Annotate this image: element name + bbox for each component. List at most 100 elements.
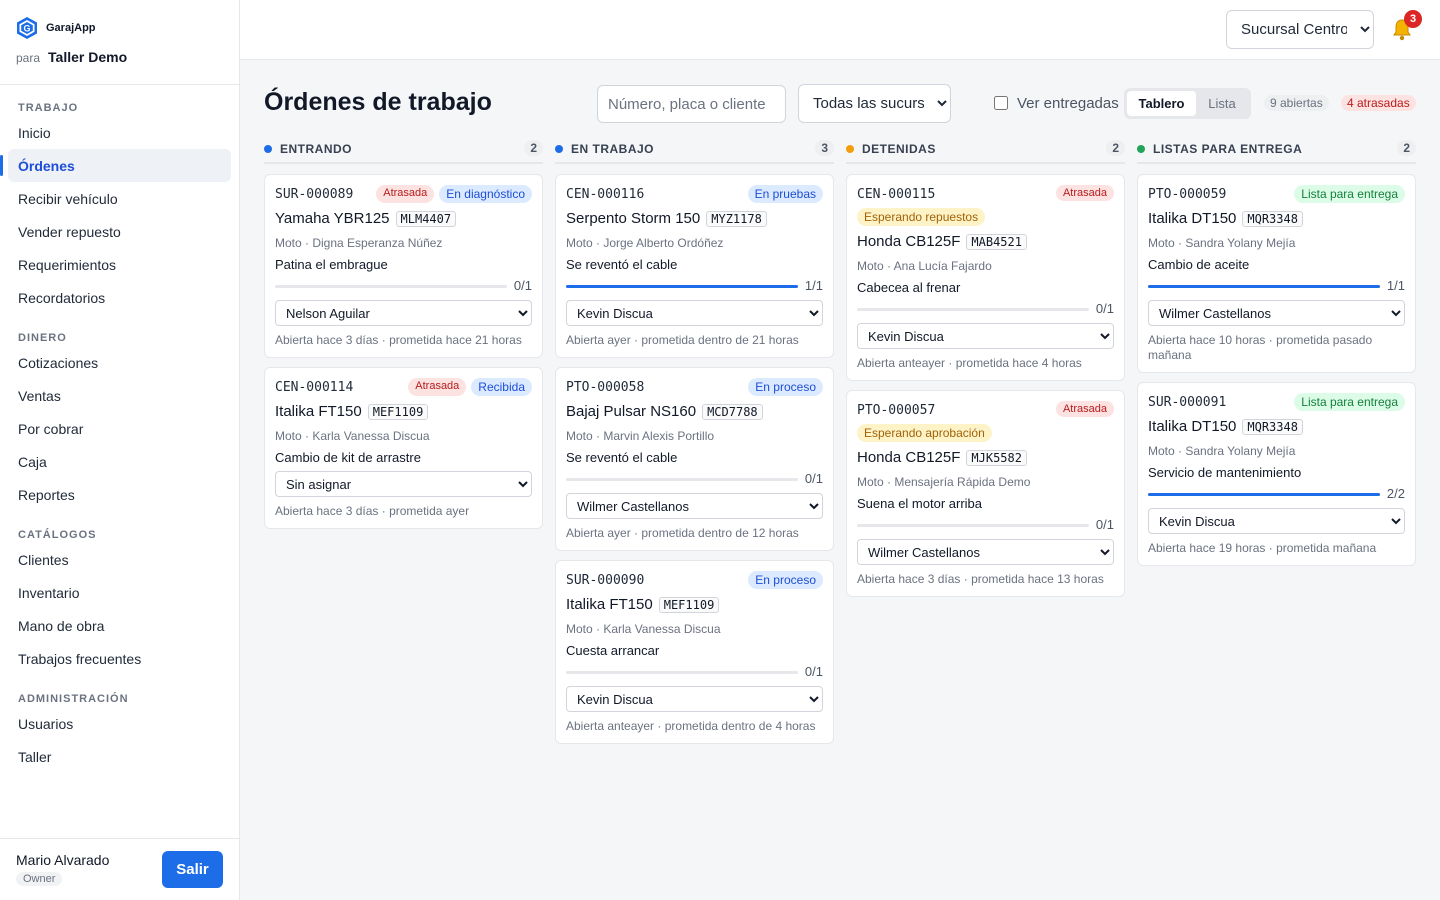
reported-problem: Cambio de kit de arrastre (275, 450, 421, 465)
sidebar-bottom-divider (0, 838, 239, 839)
status-badge: En diagnóstico (439, 185, 532, 203)
order-number[interactable]: PTO-000057 (857, 403, 935, 418)
sidebar-item[interactable]: Por cobrar (8, 412, 231, 445)
order-dates: Abierta anteayer · prometida dentro de 4… (566, 719, 816, 733)
shop-name: Taller Demo (48, 49, 128, 65)
order-number[interactable]: CEN-000114 (275, 380, 353, 395)
plate-number: MQR3348 (1242, 418, 1303, 435)
order-card[interactable]: SUR-000089 Atrasada En diagnóstico Yamaha Y… (264, 174, 543, 358)
order-badges: Atrasada (1055, 401, 1114, 417)
sidebar-item[interactable]: Recordatorios (8, 281, 231, 314)
column-count-badge: 3 (815, 140, 834, 156)
nav-section-title: TRABAJO (18, 102, 79, 114)
sidebar-item[interactable]: Requerimientos (8, 248, 231, 281)
progress-count: 0/1 (1095, 301, 1114, 316)
vehicle-name: Italika DT150 (1148, 210, 1237, 227)
order-card[interactable]: CEN-000115 Atrasada Esperando repuestos Hon… (846, 174, 1125, 381)
vehicle-name: Honda CB125F (857, 449, 961, 466)
garajapp-logo-icon: G (16, 16, 38, 40)
mechanic-select[interactable]: Sin asignar (275, 471, 532, 497)
list-view-button[interactable]: Lista (1196, 91, 1248, 116)
progress-bar (857, 524, 1089, 527)
late-badge: Atrasada (408, 378, 467, 396)
board-view-button[interactable]: Tablero (1127, 91, 1196, 116)
sidebar-item[interactable]: Recibir vehículo (8, 182, 231, 215)
sidebar-item[interactable]: Cotizaciones (8, 346, 231, 379)
order-card[interactable]: PTO-000058 En proceso Bajaj Pulsar NS160 MC… (555, 367, 834, 551)
vehicle-owner: Moto · Karla Vanessa Discua (275, 429, 430, 443)
order-number[interactable]: PTO-000059 (1148, 187, 1226, 202)
order-card[interactable]: SUR-000091 Lista para entrega Italika DT15… (1137, 382, 1416, 566)
sidebar: G GarajApp para Taller Demo TRABAJO Inici… (0, 0, 240, 900)
mechanic-select[interactable]: Nelson Aguilar (275, 300, 532, 326)
vehicle-name: Yamaha YBR125 (275, 210, 390, 227)
order-number[interactable]: CEN-000115 (857, 187, 935, 202)
show-delivered-checkbox[interactable] (994, 96, 1008, 110)
progress-count: 2/2 (1386, 486, 1405, 501)
order-card[interactable]: SUR-000090 En proceso Italika FT150 MEF1109… (555, 560, 834, 744)
brand[interactable]: G GarajApp (16, 14, 96, 42)
column-count-badge: 2 (1397, 140, 1416, 156)
column-title: ENTRANDO (280, 142, 352, 156)
board-column: ENTRANDO 2 SUR-000089 Atrasada En diagnóstic… (264, 136, 543, 529)
board-column: LISTAS PARA ENTREGA 2 PTO-000059 Lista para… (1137, 136, 1416, 566)
sidebar-item[interactable]: Caja (8, 445, 231, 478)
order-number[interactable]: PTO-000058 (566, 380, 644, 395)
sidebar-item[interactable]: Reportes (8, 478, 231, 511)
sidebar-item[interactable]: Trabajos frecuentes (8, 642, 231, 675)
progress-bar (275, 285, 507, 288)
search-input[interactable] (597, 85, 786, 123)
sidebar-item[interactable]: Clientes (8, 543, 231, 576)
order-card[interactable]: PTO-000059 Lista para entrega Italika DT15… (1137, 174, 1416, 373)
order-number[interactable]: SUR-000090 (566, 573, 644, 588)
column-header: DETENIDAS 2 (846, 136, 1125, 164)
vehicle-name: Italika DT150 (1148, 418, 1237, 435)
order-badges: Lista para entrega (1294, 185, 1405, 203)
sidebar-item[interactable]: Vender repuesto (8, 215, 231, 248)
mechanic-select[interactable]: Kevin Discua (1148, 508, 1405, 534)
mechanic-select[interactable]: Wilmer Castellanos (1148, 300, 1405, 326)
vehicle-owner: Moto · Karla Vanessa Discua (566, 622, 721, 636)
sidebar-item[interactable]: Inventario (8, 576, 231, 609)
mechanic-select[interactable]: Kevin Discua (857, 323, 1114, 349)
logout-button[interactable]: Salir (162, 851, 223, 888)
order-card[interactable]: PTO-000057 Atrasada Esperando aprobación Ho… (846, 390, 1125, 597)
progress-count: 1/1 (1386, 278, 1405, 293)
late-badge: Atrasada (376, 185, 435, 203)
vehicle-line: Italika FT150 MEF1109 (566, 596, 720, 613)
branch-filter-select[interactable]: Todas las sucursales (798, 84, 951, 123)
order-number[interactable]: SUR-000091 (1148, 395, 1226, 410)
column-title: LISTAS PARA ENTREGA (1153, 142, 1303, 156)
order-number[interactable]: SUR-000089 (275, 187, 353, 202)
branch-select[interactable]: Sucursal Centro (1226, 10, 1374, 49)
status-badge: Recibida (471, 378, 532, 396)
order-number[interactable]: CEN-000116 (566, 187, 644, 202)
status-badge: En proceso (748, 378, 823, 396)
sidebar-item[interactable]: Usuarios (8, 707, 231, 740)
nav-section-title: DINERO (18, 332, 67, 344)
open-count-badge: 9 abiertas (1264, 95, 1329, 111)
board-column: EN TRABAJO 3 CEN-000116 En pruebas Serpento … (555, 136, 834, 744)
sidebar-item[interactable]: Ventas (8, 379, 231, 412)
progress-bar (566, 671, 798, 674)
status-badge: En proceso (748, 571, 823, 589)
mechanic-select[interactable]: Wilmer Castellanos (857, 539, 1114, 565)
reported-problem: Patina el embrague (275, 257, 388, 272)
show-delivered-label[interactable]: Ver entregadas (1017, 95, 1119, 112)
sidebar-item[interactable]: Mano de obra (8, 609, 231, 642)
sidebar-item[interactable]: Inicio (8, 116, 231, 149)
vehicle-owner: Moto · Marvin Alexis Portillo (566, 429, 715, 443)
mechanic-select[interactable]: Kevin Discua (566, 300, 823, 326)
mechanic-select[interactable]: Kevin Discua (566, 686, 823, 712)
app-name: GarajApp (46, 22, 96, 34)
vehicle-owner: Moto · Ana Lucía Fajardo (857, 259, 992, 273)
progress-fill (1148, 285, 1380, 288)
mechanic-select[interactable]: Wilmer Castellanos (566, 493, 823, 519)
order-card[interactable]: CEN-000116 En pruebas Serpento Storm 150 MY… (555, 174, 834, 358)
vehicle-name: Honda CB125F (857, 233, 961, 250)
sidebar-item[interactable]: Taller (8, 740, 231, 773)
sidebar-item[interactable]: Órdenes (0, 149, 231, 182)
column-header: ENTRANDO 2 (264, 136, 543, 164)
order-card[interactable]: CEN-000114 Atrasada Recibida Italika FT150 M… (264, 367, 543, 529)
view-toggle: Tablero Lista (1124, 88, 1251, 119)
